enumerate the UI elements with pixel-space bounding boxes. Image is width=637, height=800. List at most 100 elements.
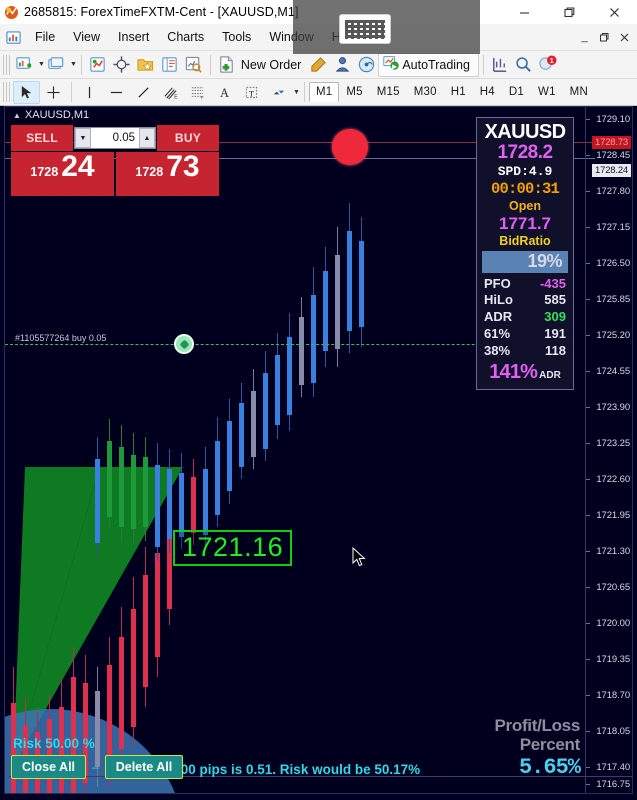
navigator-icon[interactable] (110, 53, 134, 77)
equidistant-channel-icon[interactable]: E (157, 81, 184, 104)
info-open-value: 1771.7 (499, 213, 551, 233)
arrows-dropdown-icon[interactable]: ▼ (293, 89, 300, 96)
minimize-button[interactable] (502, 0, 547, 24)
mouse-cursor (352, 546, 367, 574)
child-close-button[interactable] (615, 28, 634, 46)
menu-charts[interactable]: Charts (158, 26, 213, 48)
buy-button[interactable]: BUY (157, 125, 219, 151)
buy-price-prefix: 1728 (135, 165, 164, 179)
horizontal-line-icon[interactable] (103, 81, 130, 104)
chart-window[interactable]: ▲ XAUUSD,M1 #1105577264 buy 0.05 1721.16… (4, 106, 633, 794)
toolbar-grip[interactable] (3, 54, 10, 75)
profiles-icon[interactable] (45, 53, 69, 77)
info-row-value: 309 (544, 309, 566, 325)
sell-price-display[interactable]: 1728 24 (11, 152, 114, 196)
info-adr-percent: 141% (489, 360, 538, 383)
axis-label: 1729.10 (596, 114, 630, 125)
axis-label: 1728.45 (596, 150, 630, 161)
window-title: 2685815: ForexTimeFXTM-Cent - [XAUUSD,M1… (24, 5, 299, 19)
drawing-toolbar-grip[interactable] (3, 82, 10, 102)
info-open-label: Open (509, 198, 541, 213)
cursor-tool-icon[interactable] (13, 80, 40, 104)
timeframe-m5[interactable]: M5 (339, 82, 369, 102)
market-watch-icon[interactable] (86, 53, 110, 77)
fibonacci-icon[interactable]: F (184, 81, 211, 104)
autotrading-label: AutoTrading (402, 57, 470, 72)
trendline-icon[interactable] (130, 81, 157, 104)
zoom-search-icon[interactable] (512, 53, 536, 77)
metaeditor-icon[interactable] (306, 53, 330, 77)
menu-tools[interactable]: Tools (213, 26, 260, 48)
info-bid-price: 1728.2 (497, 142, 553, 163)
window-controls (502, 0, 637, 24)
axis-label: 1718.70 (596, 690, 630, 701)
timeframe-m1[interactable]: M1 (308, 82, 340, 102)
expert-advisors-icon[interactable] (330, 53, 354, 77)
new-order-icon[interactable] (215, 53, 239, 77)
svg-text:T: T (249, 88, 254, 98)
menu-file[interactable]: File (26, 26, 64, 48)
indicators-icon[interactable] (488, 53, 512, 77)
crosshair-tool-icon[interactable] (40, 81, 67, 104)
sell-button[interactable]: SELL (11, 125, 73, 151)
collapse-triangle-icon[interactable]: ▲ (13, 111, 21, 120)
child-restore-button[interactable] (595, 28, 614, 46)
close-all-button[interactable]: Close All (11, 755, 87, 779)
favorites-icon[interactable] (134, 53, 158, 77)
svg-text:1: 1 (550, 57, 554, 65)
new-chart-dropdown-icon[interactable]: ▼ (38, 61, 45, 68)
open-position-marker[interactable] (174, 334, 194, 354)
one-click-trading-panel[interactable]: SELL ▼ 0.05 ▲ BUY 1728 24 1728 73 (11, 125, 219, 196)
info-row: HiLo 585 (482, 292, 568, 309)
autotrading-button[interactable]: ▶ AutoTrading (378, 52, 479, 77)
lot-size-input[interactable]: ▼ 0.05 ▲ (74, 127, 156, 149)
autotrading-icon: ▶ (382, 53, 400, 76)
buy-price-display[interactable]: 1728 73 (116, 152, 219, 196)
timeframe-h1[interactable]: H1 (444, 82, 473, 102)
keyboard-icon[interactable] (339, 14, 391, 44)
new-chart-icon[interactable] (13, 53, 37, 77)
chart-window-icon (0, 30, 26, 45)
close-button[interactable] (592, 0, 637, 24)
info-bidratio-value: 19% (527, 251, 562, 272)
child-minimize-button[interactable]: _ (575, 28, 594, 46)
terminal-icon[interactable] (158, 53, 182, 77)
risk-info-text: f 300 pips is 0.51. Risk would be 50.17% (165, 762, 421, 777)
menu-view[interactable]: View (64, 26, 109, 48)
delete-all-button[interactable]: Delete All (104, 755, 184, 779)
text-label-icon[interactable]: T (238, 81, 265, 104)
lot-increase-button[interactable]: ▲ (139, 128, 155, 148)
info-row-key: HiLo (484, 292, 513, 308)
strategy-tester-icon[interactable] (182, 53, 206, 77)
symbol-info-panel: XAUUSD 1728.2 SPD:4.9 00:00:31 Open 1771… (476, 117, 574, 390)
timeframe-mn[interactable]: MN (563, 82, 595, 102)
maximize-button[interactable] (547, 0, 592, 24)
new-order-label[interactable]: New Order (239, 58, 306, 72)
text-tool-icon[interactable]: A (211, 81, 238, 104)
price-axis[interactable]: 1729.10 1728.73 1728.45 1728.24 1727.80 … (585, 107, 632, 793)
axis-label: 1721.30 (596, 546, 630, 557)
timeframe-m30[interactable]: M30 (407, 82, 444, 102)
info-row-key: 61% (484, 326, 511, 342)
lot-decrease-button[interactable]: ▼ (75, 128, 91, 148)
info-row-value: 191 (544, 326, 566, 342)
signals-icon[interactable] (354, 53, 378, 77)
info-spread: SPD:4.9 (497, 163, 553, 179)
alert-marker-icon[interactable] (332, 129, 368, 165)
profiles-dropdown-icon[interactable]: ▼ (70, 61, 77, 68)
timeframe-d1[interactable]: D1 (502, 82, 531, 102)
timeframe-m15[interactable]: M15 (370, 82, 407, 102)
axis-label: 1724.55 (596, 366, 630, 377)
chart-symbol-tab[interactable]: ▲ XAUUSD,M1 (13, 109, 89, 121)
chart-area[interactable]: ▲ XAUUSD,M1 #1105577264 buy 0.05 1721.16… (0, 106, 637, 800)
axis-label: 1720.65 (596, 582, 630, 593)
arrows-tool-icon[interactable] (265, 81, 292, 104)
menu-insert[interactable]: Insert (109, 26, 158, 48)
info-bidratio-label: BidRatio (499, 234, 551, 249)
timeframe-w1[interactable]: W1 (531, 82, 563, 102)
vertical-line-icon[interactable] (76, 81, 103, 104)
lot-size-value[interactable]: 0.05 (91, 132, 139, 144)
timeframe-h4[interactable]: H4 (473, 82, 502, 102)
profit-loss-label-line2: Percent (519, 734, 581, 754)
notifications-icon[interactable]: 1 (536, 53, 560, 77)
